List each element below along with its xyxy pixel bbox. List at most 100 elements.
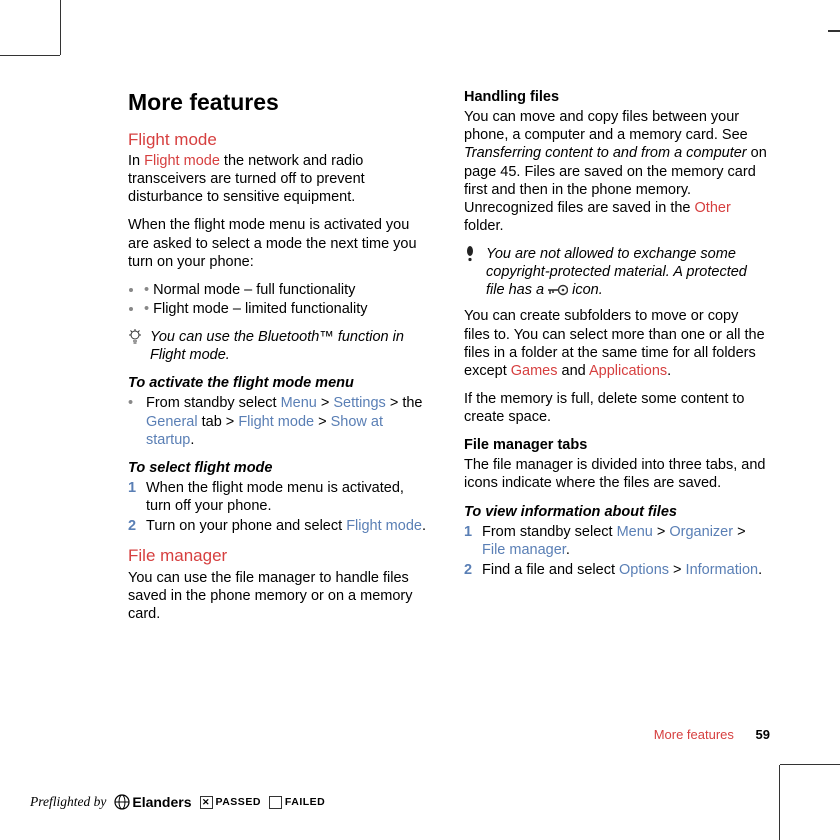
step-number: 1 (128, 479, 140, 515)
failed-badge: FAILED (269, 796, 325, 809)
page-footer: More features 59 (654, 727, 770, 742)
text: You are not allowed to exchange some cop… (486, 246, 747, 298)
left-column: More features Flight mode In Flight mode… (128, 88, 432, 633)
subhead-select: To select flight mode (128, 459, 432, 477)
link-flight-mode: Flight mode (153, 301, 229, 317)
text: From standby select (146, 395, 281, 411)
text: Find a file and select (482, 562, 619, 578)
text: . (667, 363, 671, 379)
paragraph: When the flight mode menu is activated y… (128, 216, 432, 270)
step: 2 Turn on your phone and select Flight m… (128, 517, 432, 535)
section-file-manager: File manager (128, 545, 432, 566)
step-number: 1 (464, 523, 476, 559)
link-other: Other (695, 200, 731, 216)
text: Turn on your phone and select (146, 518, 346, 534)
crop-mark (828, 30, 840, 32)
preflight-bar: Preflighted by Elanders ✕ PASSED FAILED (30, 794, 325, 810)
nav-flight-mode: Flight mode (346, 518, 422, 534)
step-text: From standby select Menu > Organizer > F… (482, 523, 768, 559)
tip-note: You can use the Bluetooth™ function in F… (128, 328, 432, 364)
globe-icon (114, 794, 130, 810)
step-number: 2 (128, 517, 140, 535)
reference: Transferring content to and from a compu… (464, 145, 747, 161)
nav-general: General (146, 414, 198, 430)
checkbox-icon: ✕ (200, 796, 213, 809)
mode-list: • Normal mode – full functionality • Fli… (128, 281, 432, 318)
bullet: • (128, 394, 140, 448)
link-applications: Applications (589, 363, 667, 379)
link-flight-mode: Flight mode (144, 153, 220, 169)
step: • From standby select Menu > Settings > … (128, 394, 432, 448)
text: folder. (464, 218, 504, 234)
text: From standby select (482, 524, 617, 540)
subhead-handling: Handling files (464, 88, 768, 106)
warning-note: You are not allowed to exchange some cop… (464, 245, 768, 299)
crop-mark (780, 764, 840, 765)
subhead-view-info: To view information about files (464, 503, 768, 521)
text: – full functionality (240, 282, 355, 298)
key-icon (548, 284, 568, 296)
lightbulb-icon (128, 328, 142, 345)
page: More features Flight mode In Flight mode… (0, 0, 840, 840)
elanders-logo: Elanders (114, 794, 191, 810)
text: In (128, 153, 144, 169)
page-number: 59 (756, 727, 770, 742)
crop-mark (0, 55, 60, 56)
step: 1 From standby select Menu > Organizer >… (464, 523, 768, 559)
crop-mark (779, 765, 780, 840)
nav-menu: Menu (617, 524, 653, 540)
passed-badge: ✕ PASSED (200, 796, 261, 809)
text: icon. (572, 282, 603, 298)
subhead-tabs: File manager tabs (464, 436, 768, 454)
right-column: Handling files You can move and copy fil… (464, 88, 768, 633)
text: You can move and copy files between your… (464, 109, 748, 143)
step-text: When the flight mode menu is activated, … (146, 479, 432, 515)
page-title: More features (128, 88, 432, 117)
link-normal-mode: Normal mode (153, 282, 240, 298)
list-item: • Normal mode – full functionality (144, 281, 432, 299)
list-item: • Flight mode – limited functionality (144, 300, 432, 318)
paragraph: If the memory is full, delete some conte… (464, 390, 768, 426)
tip-text: You can use the Bluetooth™ function in F… (150, 328, 432, 364)
checkbox-icon (269, 796, 282, 809)
crop-mark (60, 0, 61, 55)
paragraph: In Flight mode the network and radio tra… (128, 152, 432, 206)
section-flight-mode: Flight mode (128, 129, 432, 150)
step-number: 2 (464, 561, 476, 579)
paragraph: The file manager is divided into three t… (464, 456, 768, 492)
text: . (758, 562, 762, 578)
nav-settings: Settings (333, 395, 385, 411)
text: > (669, 562, 686, 578)
warning-icon (464, 245, 478, 262)
text: . (190, 432, 194, 448)
steps: 1 When the flight mode menu is activated… (128, 479, 432, 535)
warning-text: You are not allowed to exchange some cop… (486, 245, 768, 299)
nav-file-manager: File manager (482, 542, 566, 558)
link-games: Games (511, 363, 558, 379)
steps: 1 From standby select Menu > Organizer >… (464, 523, 768, 579)
badge-label: PASSED (216, 796, 261, 808)
paragraph: You can create subfolders to move or cop… (464, 307, 768, 380)
text: . (566, 542, 570, 558)
footer-section: More features (654, 727, 734, 742)
text: > (317, 395, 334, 411)
subhead-activate: To activate the flight mode menu (128, 374, 432, 392)
text: > (314, 414, 331, 430)
paragraph: You can use the file manager to handle f… (128, 569, 432, 623)
step: 2 Find a file and select Options > Infor… (464, 561, 768, 579)
content-area: More features Flight mode In Flight mode… (128, 88, 768, 633)
nav-flight-mode: Flight mode (238, 414, 314, 430)
text: tab > (198, 414, 239, 430)
nav-information: Information (686, 562, 759, 578)
step-text: From standby select Menu > Settings > th… (146, 394, 432, 448)
nav-menu: Menu (281, 395, 317, 411)
paragraph: You can move and copy files between your… (464, 108, 768, 235)
step: 1 When the flight mode menu is activated… (128, 479, 432, 515)
brand-name: Elanders (132, 794, 191, 810)
text: . (422, 518, 426, 534)
text: and (558, 363, 589, 379)
step-text: Find a file and select Options > Informa… (482, 561, 762, 579)
preflight-label: Preflighted by (30, 794, 106, 810)
step-text: Turn on your phone and select Flight mod… (146, 517, 426, 535)
text: > the (386, 395, 423, 411)
